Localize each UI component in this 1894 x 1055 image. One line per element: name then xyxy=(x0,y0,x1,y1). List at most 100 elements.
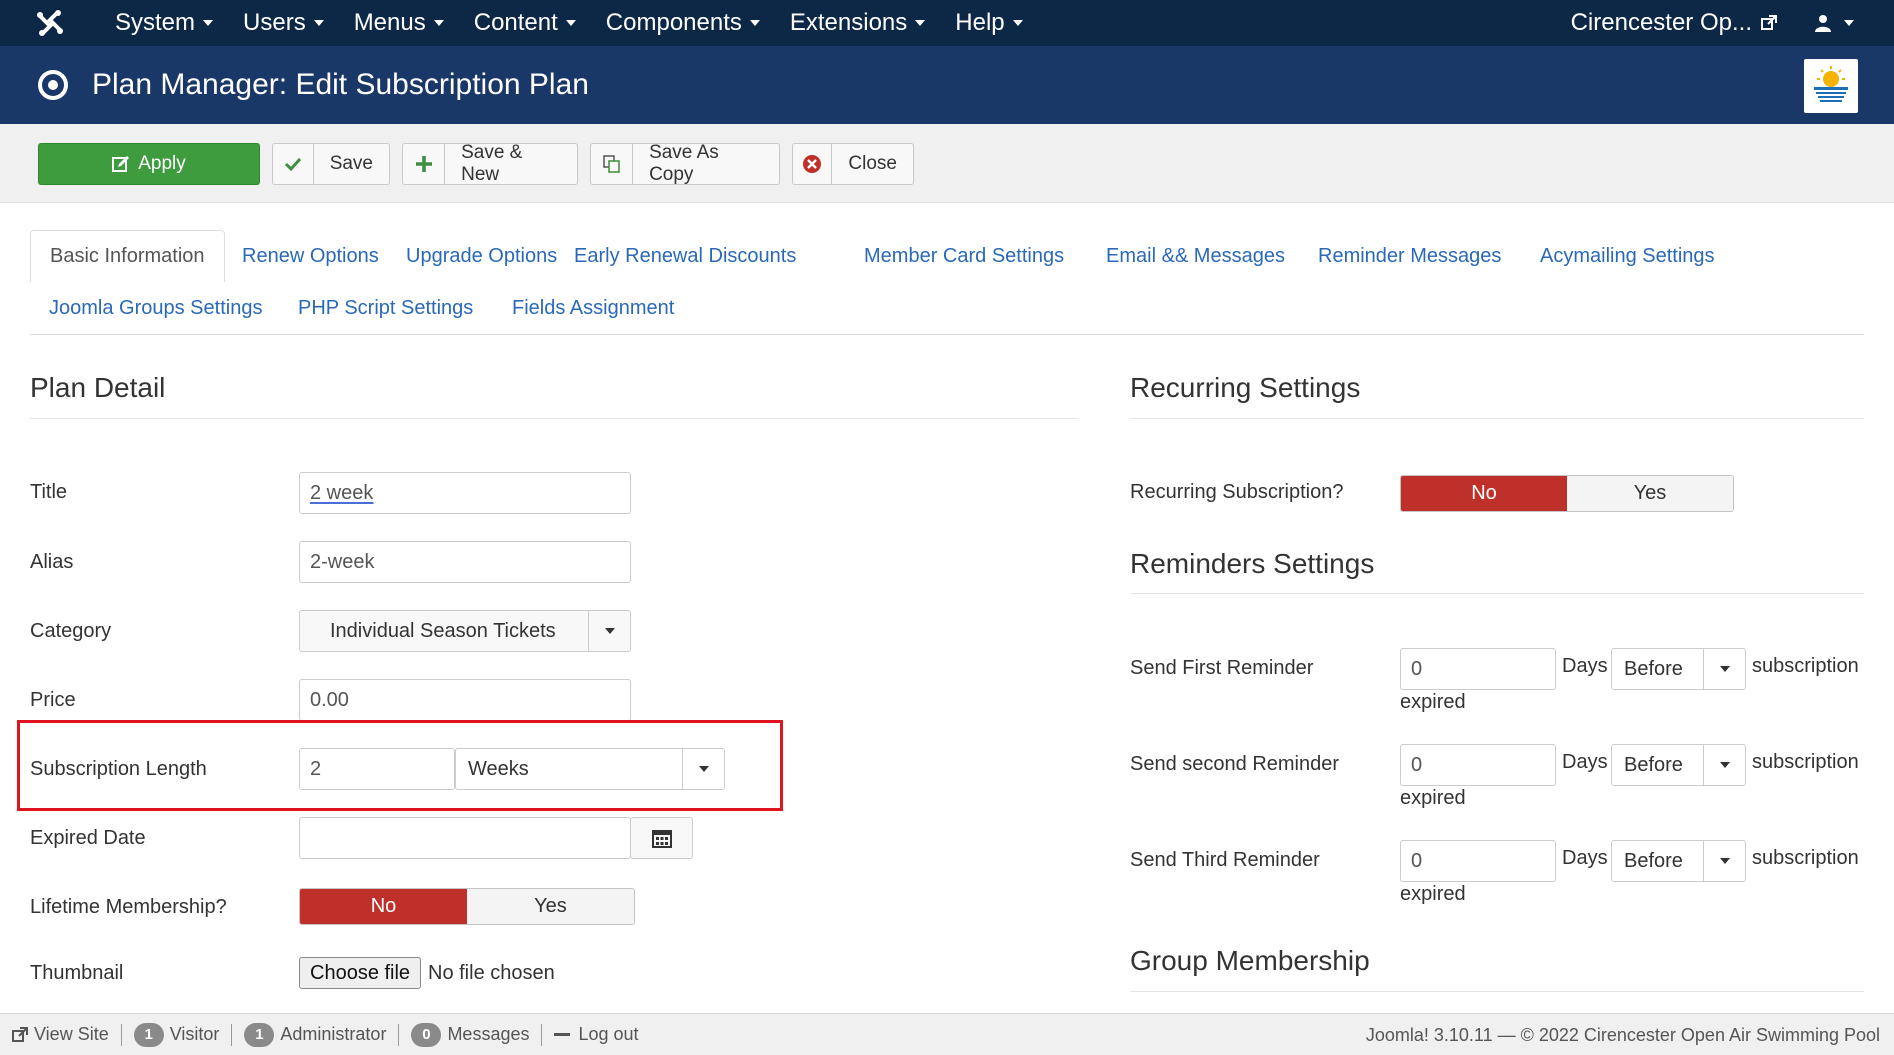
copy-icon xyxy=(602,155,620,173)
minus-icon xyxy=(554,1033,571,1036)
close-circle-icon xyxy=(803,155,822,173)
third-reminder-before-select[interactable]: Before xyxy=(1611,840,1746,882)
menu-users[interactable]: Users xyxy=(228,0,339,46)
divider xyxy=(30,418,1078,419)
visitor-count-badge: 1 xyxy=(133,1022,164,1047)
recurring-no-option[interactable]: No xyxy=(1401,476,1567,511)
caret-down-icon xyxy=(203,20,214,26)
caret-down-icon xyxy=(915,20,926,26)
tab-bar: Basic Information Renew Options Upgrade … xyxy=(30,229,1864,335)
main-menu: System Users Menus Content Components Ex… xyxy=(100,0,1038,46)
close-button[interactable]: Close xyxy=(792,143,914,185)
save-as-copy-button[interactable]: Save As Copy xyxy=(590,142,780,185)
user-menu[interactable] xyxy=(1814,14,1854,32)
tab-php-script-settings[interactable]: PHP Script Settings xyxy=(279,282,492,334)
joomla-logo-icon[interactable] xyxy=(26,0,74,46)
days-text: Days xyxy=(1562,655,1608,677)
no-file-chosen-text: No file chosen xyxy=(428,962,555,984)
caret-down-icon xyxy=(433,20,444,26)
tab-reminder-messages[interactable]: Reminder Messages xyxy=(1299,230,1520,282)
chevron-down-icon xyxy=(698,766,709,772)
external-link-icon xyxy=(1761,15,1777,30)
user-icon xyxy=(1815,15,1831,32)
caret-down-icon xyxy=(1844,20,1854,26)
alias-label: Alias xyxy=(30,551,74,573)
chevron-down-icon xyxy=(1719,762,1730,768)
divider xyxy=(1130,593,1864,594)
plan-detail-heading: Plan Detail xyxy=(30,372,166,403)
top-navbar: System Users Menus Content Components Ex… xyxy=(0,0,1894,46)
days-text: Days xyxy=(1562,847,1608,869)
expired-text: expired xyxy=(1400,883,1466,905)
third-reminder-days-input[interactable]: 0 xyxy=(1400,840,1556,882)
choose-file-button[interactable]: Choose file xyxy=(299,957,422,989)
subscription-length-input[interactable]: 2 xyxy=(299,748,455,790)
second-reminder-label: Send second Reminder xyxy=(1130,753,1340,775)
tab-upgrade-options[interactable]: Upgrade Options xyxy=(387,230,576,282)
tab-renew-options[interactable]: Renew Options xyxy=(223,230,398,282)
tab-joomla-groups-settings[interactable]: Joomla Groups Settings xyxy=(30,282,281,334)
toolbar: Apply Save Save & New Save As Copy Close xyxy=(0,124,1894,203)
plus-icon xyxy=(415,156,432,172)
tab-member-card-settings[interactable]: Member Card Settings xyxy=(845,230,1083,282)
subscription-length-unit-select[interactable]: Weeks xyxy=(455,748,725,790)
menu-components[interactable]: Components xyxy=(591,0,775,46)
title-input[interactable]: 2 week xyxy=(299,472,631,514)
chevron-down-icon xyxy=(1719,858,1730,864)
page-header: Plan Manager: Edit Subscription Plan xyxy=(0,46,1894,124)
edit-icon xyxy=(112,156,130,172)
category-label: Category xyxy=(30,620,112,642)
lifetime-no-option[interactable]: No xyxy=(300,889,467,924)
title-label: Title xyxy=(30,481,68,503)
second-reminder-before-select[interactable]: Before xyxy=(1611,744,1746,786)
menu-menus[interactable]: Menus xyxy=(339,0,459,46)
recurring-yes-option[interactable]: Yes xyxy=(1567,476,1733,511)
subscription-text: subscription xyxy=(1752,655,1859,677)
group-membership-heading: Group Membership xyxy=(1130,945,1370,976)
calendar-icon xyxy=(651,830,672,848)
view-site-link[interactable]: View Site xyxy=(0,1024,121,1045)
messages-link[interactable]: 0 Messages xyxy=(399,1022,541,1047)
site-link[interactable]: Cirencester Op... xyxy=(1571,9,1778,37)
calendar-button[interactable] xyxy=(630,817,693,859)
copyright-text: Joomla! 3.10.11 — © 2022 Cirencester Ope… xyxy=(1365,1024,1880,1045)
administrator-link[interactable]: 1 Administrator xyxy=(232,1022,398,1047)
third-reminder-label: Send Third Reminder xyxy=(1130,849,1320,871)
site-logo xyxy=(1804,59,1858,113)
price-label: Price xyxy=(30,689,76,711)
menu-help[interactable]: Help xyxy=(940,0,1037,46)
alias-input[interactable]: 2-week xyxy=(299,541,631,583)
caret-down-icon xyxy=(1012,20,1023,26)
target-icon xyxy=(38,70,68,100)
reminders-settings-heading: Reminders Settings xyxy=(1130,548,1375,579)
menu-system[interactable]: System xyxy=(100,0,228,46)
caret-down-icon xyxy=(313,20,324,26)
save-new-button[interactable]: Save & New xyxy=(402,142,578,185)
tab-early-renewal-discounts[interactable]: Early Renewal Discounts xyxy=(555,230,815,282)
tab-acymailing-settings[interactable]: Acymailing Settings xyxy=(1521,230,1734,282)
tab-email-messages[interactable]: Email && Messages xyxy=(1087,230,1304,282)
logout-link[interactable]: Log out xyxy=(542,1024,650,1045)
tab-basic-information[interactable]: Basic Information xyxy=(30,230,225,282)
expired-date-label: Expired Date xyxy=(30,827,146,849)
price-input[interactable]: 0.00 xyxy=(299,679,631,721)
subscription-text: subscription xyxy=(1752,751,1859,773)
expired-date-input[interactable] xyxy=(299,817,631,859)
visitor-link[interactable]: 1 Visitor xyxy=(122,1022,232,1047)
lifetime-membership-label: Lifetime Membership? xyxy=(30,896,227,918)
recurring-subscription-toggle: No Yes xyxy=(1400,475,1734,512)
category-select[interactable]: Individual Season Tickets xyxy=(299,610,631,652)
first-reminder-days-input[interactable]: 0 xyxy=(1400,648,1556,690)
menu-extensions[interactable]: Extensions xyxy=(775,0,940,46)
second-reminder-days-input[interactable]: 0 xyxy=(1400,744,1556,786)
save-button[interactable]: Save xyxy=(272,143,390,185)
tab-fields-assignment[interactable]: Fields Assignment xyxy=(493,282,693,334)
expired-text: expired xyxy=(1400,691,1466,713)
first-reminder-before-select[interactable]: Before xyxy=(1611,648,1746,690)
lifetime-yes-option[interactable]: Yes xyxy=(467,889,634,924)
external-link-icon xyxy=(12,1026,28,1042)
apply-button[interactable]: Apply xyxy=(38,143,260,185)
menu-content[interactable]: Content xyxy=(459,0,591,46)
subscription-length-label: Subscription Length xyxy=(30,758,207,780)
lifetime-membership-toggle: No Yes xyxy=(299,888,635,925)
